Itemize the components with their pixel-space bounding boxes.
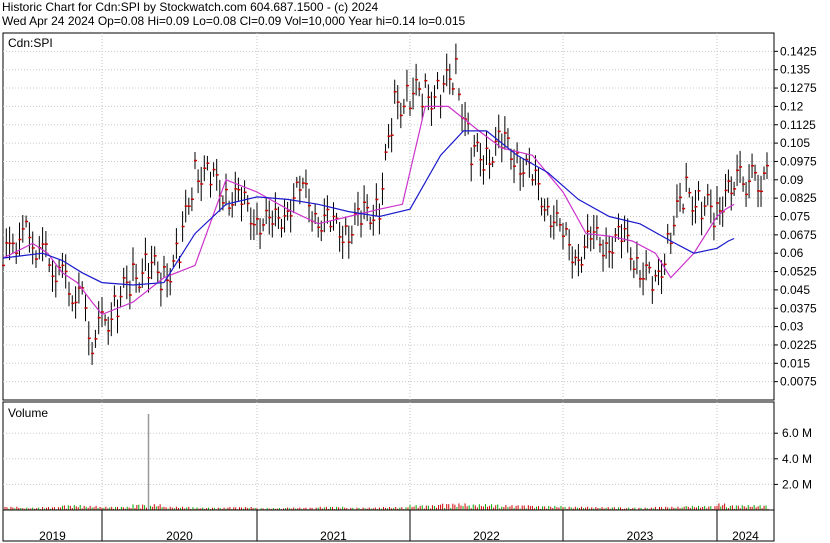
price-bars bbox=[2, 43, 770, 365]
volume-panel-label: Volume bbox=[8, 406, 48, 420]
price-tick-label-1: 0.135 bbox=[780, 63, 810, 77]
time-axis-frame bbox=[2, 509, 775, 542]
price-tick-label-9: 0.075 bbox=[780, 210, 810, 224]
price-panel: 0.1425 0.135 0.1275 0.12 0.1125 0.105 0.0975 0.… bbox=[2, 32, 817, 401]
price-tick-label-5: 0.105 bbox=[780, 136, 810, 150]
volume-tick-label-1: 4.0 M bbox=[782, 452, 812, 466]
volume-tick-label-2: 2.0 M bbox=[782, 477, 812, 491]
year-label-2024: 2024 bbox=[732, 529, 759, 543]
year-label-2022: 2022 bbox=[473, 529, 500, 543]
stock-chart: 0.1425 0.135 0.1275 0.12 0.1125 0.105 0.0975 0.… bbox=[2, 32, 817, 543]
price-tick-label-6: 0.0975 bbox=[780, 154, 817, 168]
volume-axis: 6.0 M 4.0 M 2.0 M bbox=[774, 426, 812, 491]
volume-bars bbox=[2, 414, 769, 510]
volume-panel: 6.0 M 4.0 M 2.0 M Volume bbox=[2, 401, 812, 511]
year-label-2020: 2020 bbox=[166, 529, 193, 543]
year-label-2021: 2021 bbox=[320, 529, 347, 543]
price-tick-label-7: 0.09 bbox=[780, 173, 804, 187]
price-tick-label-10: 0.0675 bbox=[780, 228, 817, 242]
volume-panel-frame bbox=[2, 401, 775, 511]
price-tick-label-8: 0.0825 bbox=[780, 191, 817, 205]
price-tick-label-13: 0.045 bbox=[780, 283, 810, 297]
price-gridlines bbox=[3, 33, 774, 400]
price-tick-label-11: 0.06 bbox=[780, 246, 804, 260]
volume-tick-label-0: 6.0 M bbox=[782, 426, 812, 440]
volume-gridlines bbox=[3, 402, 774, 510]
price-tick-label-17: 0.015 bbox=[780, 356, 810, 370]
time-axis: 2019 2020 2021 2022 2023 2024 bbox=[2, 509, 775, 543]
price-series bbox=[2, 105, 735, 316]
price-tick-label-12: 0.0525 bbox=[780, 265, 817, 279]
price-tick-label-3: 0.12 bbox=[780, 99, 804, 113]
year-label-2019: 2019 bbox=[39, 529, 66, 543]
price-tick-label-14: 0.0375 bbox=[780, 301, 817, 315]
price-tick-label-0: 0.1425 bbox=[780, 44, 817, 58]
year-label-2023: 2023 bbox=[627, 529, 654, 543]
price-tick-label-2: 0.1275 bbox=[780, 81, 817, 95]
price-panel-frame bbox=[2, 32, 775, 401]
price-tick-label-16: 0.0225 bbox=[780, 338, 817, 352]
price-tick-label-18: 0.0075 bbox=[780, 375, 817, 389]
price-tick-label-15: 0.03 bbox=[780, 320, 804, 334]
price-panel-label: Cdn:SPI bbox=[8, 36, 53, 50]
price-axis: 0.1425 0.135 0.1275 0.12 0.1125 0.105 0.0975 0.… bbox=[774, 44, 817, 389]
price-tick-label-4: 0.1125 bbox=[780, 118, 816, 132]
